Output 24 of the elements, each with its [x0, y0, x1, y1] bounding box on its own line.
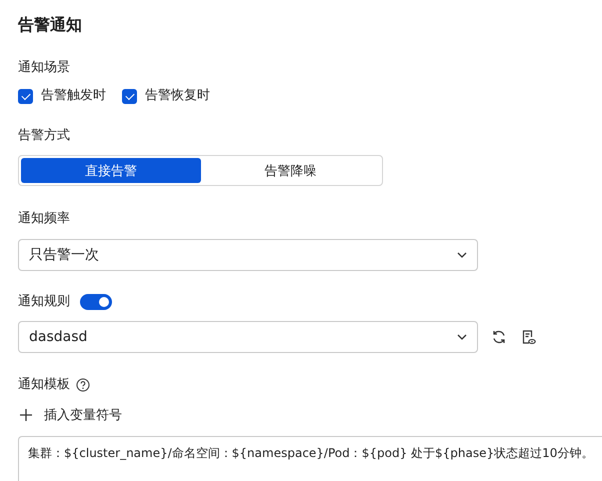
field-label: 通知频率	[18, 210, 70, 228]
field-label: 告警方式	[18, 127, 70, 145]
checkbox-label: 告警恢复时	[145, 87, 210, 105]
field-label: 通知场景	[18, 59, 70, 77]
help-icon[interactable]	[76, 378, 90, 392]
segment-tab[interactable]: 告警降噪	[200, 158, 380, 183]
preview-icon[interactable]	[520, 329, 536, 345]
dropdown-field[interactable]: dasdasd	[18, 321, 478, 353]
template-text: 集群：${cluster_name}/命名空间：${namespace}/Pod：${pod} 处于${phase}状态超过10分钟。	[28, 446, 594, 460]
template-field[interactable]: 集群：${cluster_name}/命名空间：${namespace}/Pod：${pod} 处于${phase}状态超过10分钟。	[18, 436, 602, 481]
toggle-switch[interactable]	[80, 294, 112, 310]
insert-variable-button[interactable]: 插入变量符号	[18, 406, 122, 424]
dropdown-value: dasdasd	[29, 329, 88, 345]
checkbox-label: 告警触发时	[41, 87, 106, 105]
field-label: 通知模板	[18, 376, 70, 394]
segment-tab[interactable]: 直接告警	[21, 158, 200, 183]
refresh-icon[interactable]	[491, 329, 507, 345]
checkbox[interactable]	[122, 88, 137, 104]
plus-icon	[20, 409, 32, 421]
checkbox[interactable]	[18, 88, 33, 104]
dropdown-field[interactable]: 只告警一次	[18, 239, 478, 271]
section-title: 告警通知	[18, 14, 82, 36]
dropdown-value: 只告警一次	[29, 246, 99, 264]
field-label: 通知规则	[18, 293, 70, 311]
